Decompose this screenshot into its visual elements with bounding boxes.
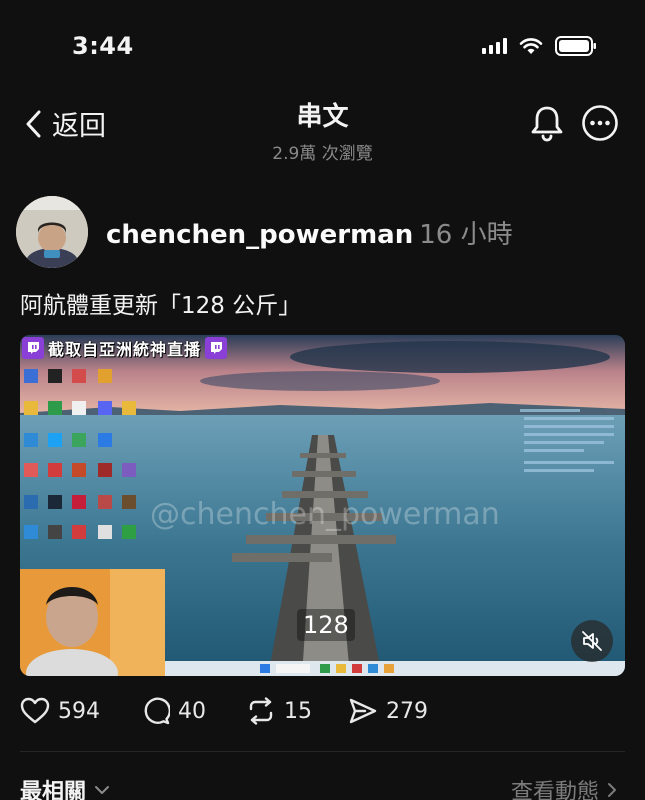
comment-icon	[144, 697, 170, 725]
post-video[interactable]: 截取自亞洲統神直播 @chenchen_powerman 128	[20, 335, 625, 676]
twitch-icon	[22, 337, 44, 359]
repost-count: 15	[284, 698, 312, 724]
sort-dropdown[interactable]: 最相關	[20, 774, 110, 800]
divider	[20, 751, 625, 752]
username[interactable]: chenchen_powerman	[106, 220, 413, 250]
more-options-button[interactable]	[581, 104, 619, 146]
wifi-icon	[519, 37, 543, 55]
weight-overlay-label: 128	[297, 609, 355, 641]
comment-button[interactable]: 40	[142, 697, 246, 725]
notification-button[interactable]	[529, 104, 565, 146]
share-count: 279	[386, 698, 428, 724]
status-time: 3:44	[72, 32, 134, 60]
video-watermark: @chenchen_powerman	[150, 497, 500, 532]
post-time: 16 小時	[419, 220, 513, 250]
like-count: 594	[58, 698, 100, 724]
comment-count: 40	[178, 698, 206, 724]
thread-screen: 3:44 返回 串文 2.9萬 次瀏覽 chenchen_powerman 16…	[0, 0, 645, 800]
chevron-down-icon	[95, 786, 110, 794]
twitch-icon	[205, 337, 228, 359]
share-button[interactable]: 279	[348, 697, 428, 725]
heart-icon	[20, 697, 50, 724]
view-activity-link[interactable]: 查看動態	[511, 774, 617, 800]
chevron-right-icon	[608, 783, 616, 797]
post-author[interactable]: chenchen_powerman 16 小時	[106, 214, 513, 251]
mute-button[interactable]	[571, 620, 613, 662]
view-activity-label: 查看動態	[510, 780, 599, 800]
more-horizontal-icon	[582, 105, 618, 141]
source-banner: 截取自亞洲統神直播	[22, 337, 228, 359]
sort-label: 最相關	[20, 780, 87, 800]
post-text: 阿航體重更新「128 公斤」	[20, 293, 302, 319]
banner-text: 截取自亞洲統神直播	[48, 340, 202, 359]
battery-icon	[555, 36, 597, 56]
speaker-muted-icon	[582, 631, 602, 651]
cellular-signal-icon	[482, 38, 507, 54]
repost-icon	[249, 697, 273, 725]
status-icons	[482, 36, 597, 56]
post-actions: 594 40 15 279	[20, 697, 428, 725]
avatar[interactable]	[16, 196, 88, 268]
repost-button[interactable]: 15	[246, 697, 348, 725]
send-icon	[349, 698, 377, 724]
bell-icon	[531, 106, 563, 142]
like-button[interactable]: 594	[20, 697, 142, 725]
